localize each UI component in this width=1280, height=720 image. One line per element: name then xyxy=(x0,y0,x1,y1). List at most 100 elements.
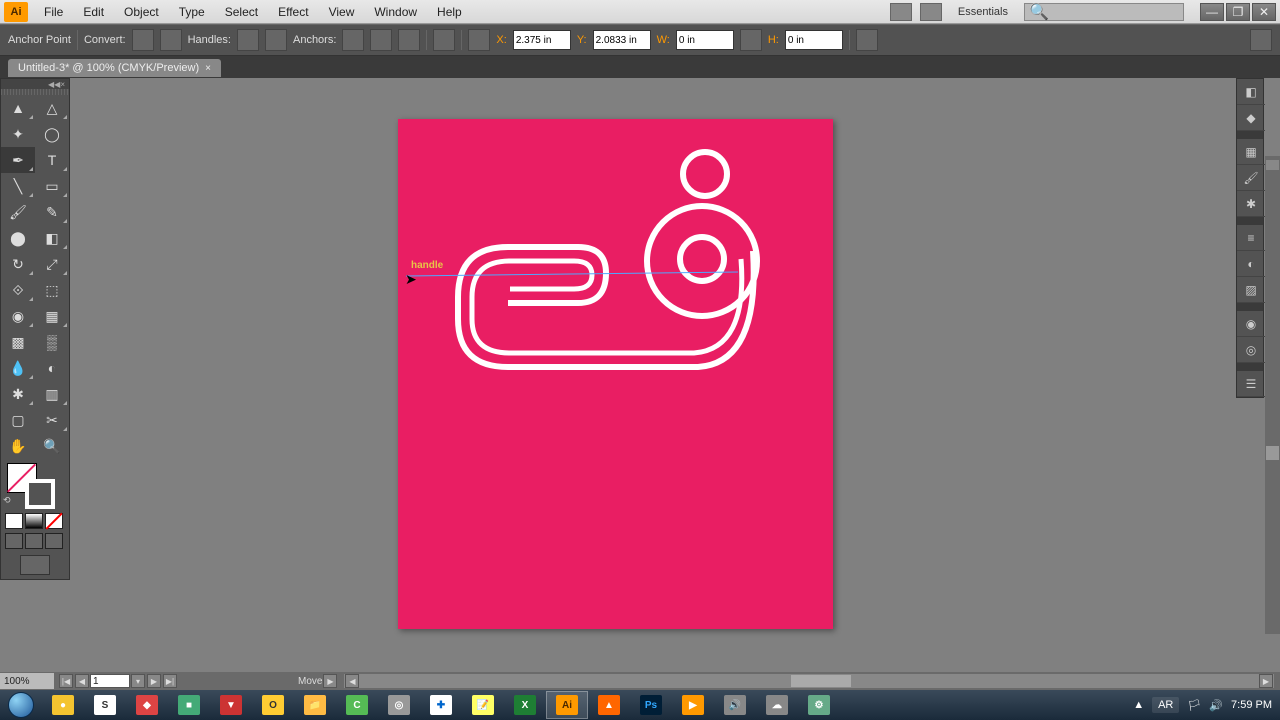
eyedropper-tool[interactable]: 💧 xyxy=(1,355,35,381)
close-panel-icon[interactable]: × xyxy=(60,80,65,89)
rotate-tool[interactable]: ↻ xyxy=(1,251,35,277)
fill-stroke-swatch[interactable]: ⟲ xyxy=(1,459,69,511)
swap-fill-stroke-icon[interactable]: ⟲ xyxy=(3,495,11,506)
scroll-arrow-up[interactable] xyxy=(1266,160,1279,170)
menu-type[interactable]: Type xyxy=(169,3,215,21)
menu-object[interactable]: Object xyxy=(114,3,169,21)
taskbar-illustrator[interactable]: Ai xyxy=(546,691,588,719)
search-box[interactable]: 🔍 xyxy=(1024,3,1184,21)
hscroll-thumb[interactable] xyxy=(791,675,851,687)
connect-anchor-icon[interactable] xyxy=(370,29,392,51)
y-input[interactable] xyxy=(593,30,651,50)
artboard-tool[interactable]: ▢ xyxy=(1,407,35,433)
line-tool[interactable]: ╲ xyxy=(1,173,35,199)
first-artboard-btn[interactable]: |◀ xyxy=(59,674,73,688)
collapse-icon[interactable]: ◀◀ xyxy=(48,80,60,89)
paintbrush-tool[interactable]: 🖌 xyxy=(1,199,35,225)
panel-layers-icon[interactable]: ☰ xyxy=(1237,371,1265,397)
taskbar-app-5[interactable]: ▼ xyxy=(210,691,252,719)
search-input[interactable] xyxy=(1049,6,1179,18)
w-input[interactable] xyxy=(676,30,734,50)
panel-color-icon[interactable]: ◧ xyxy=(1237,79,1265,105)
scale-tool[interactable]: ⤢ xyxy=(35,251,69,277)
free-transform-tool[interactable]: ⬚ xyxy=(35,277,69,303)
align-anchor-icon[interactable] xyxy=(433,29,455,51)
handles-hide-icon[interactable] xyxy=(265,29,287,51)
direct-selection-tool[interactable]: △ xyxy=(35,95,69,121)
taskbar-app-19[interactable]: ⚙ xyxy=(798,691,840,719)
hscroll-right[interactable]: ▶ xyxy=(1259,674,1273,688)
pencil-tool[interactable]: ✎ xyxy=(35,199,69,225)
artboard-dropdown[interactable]: ▾ xyxy=(131,674,145,688)
panel-stroke-icon[interactable]: ≡ xyxy=(1237,225,1265,251)
mesh-tool[interactable]: ▩ xyxy=(1,329,35,355)
last-artboard-btn[interactable]: ▶| xyxy=(163,674,177,688)
taskbar-vlc[interactable]: ▲ xyxy=(588,691,630,719)
color-mode-solid[interactable] xyxy=(5,513,23,529)
x-input[interactable] xyxy=(513,30,571,50)
draw-normal[interactable] xyxy=(5,533,23,549)
taskbar-app-2[interactable]: S xyxy=(84,691,126,719)
remove-anchor-icon[interactable] xyxy=(342,29,364,51)
volume-icon[interactable]: 🔊 xyxy=(1209,699,1223,712)
graph-tool[interactable]: ▥ xyxy=(35,381,69,407)
menu-window[interactable]: Window xyxy=(364,3,427,21)
draw-inside[interactable] xyxy=(45,533,63,549)
taskbar-app-9[interactable]: ◎ xyxy=(378,691,420,719)
workspace-switcher[interactable]: Essentials xyxy=(950,4,1016,20)
color-mode-none[interactable] xyxy=(45,513,63,529)
slice-tool[interactable]: ✂ xyxy=(35,407,69,433)
panel-swatches-icon[interactable]: ▦ xyxy=(1237,139,1265,165)
taskbar-app-18[interactable]: ☁ xyxy=(756,691,798,719)
rectangle-tool[interactable]: ▭ xyxy=(35,173,69,199)
taskbar-app-3[interactable]: ◆ xyxy=(126,691,168,719)
minimize-btn[interactable]: — xyxy=(1200,3,1224,21)
hand-tool[interactable]: ✋ xyxy=(1,433,35,459)
menu-select[interactable]: Select xyxy=(215,3,268,21)
handles-show-icon[interactable] xyxy=(237,29,259,51)
cut-anchor-icon[interactable] xyxy=(398,29,420,51)
blob-brush-tool[interactable]: ⬤ xyxy=(1,225,35,251)
scroll-thumb[interactable] xyxy=(1266,446,1279,460)
crop-icon[interactable] xyxy=(856,29,878,51)
bridge-btn[interactable] xyxy=(890,3,912,21)
gradient-tool[interactable]: ▒ xyxy=(35,329,69,355)
convert-smooth-icon[interactable] xyxy=(160,29,182,51)
panel-brushes-icon[interactable]: 🖌 xyxy=(1237,165,1265,191)
panel-colorguide-icon[interactable]: ◆ xyxy=(1237,105,1265,131)
screen-mode-btn[interactable] xyxy=(20,555,50,575)
prev-artboard-btn[interactable]: ◀ xyxy=(75,674,89,688)
taskbar-app-4[interactable]: ■ xyxy=(168,691,210,719)
perspective-tool[interactable]: ▦ xyxy=(35,303,69,329)
lasso-tool[interactable]: ◯ xyxy=(35,121,69,147)
panel-symbols-icon[interactable]: ✱ xyxy=(1237,191,1265,217)
arrange-docs-btn[interactable] xyxy=(920,3,942,21)
close-btn[interactable]: ✕ xyxy=(1252,3,1276,21)
zoom-dropdown[interactable]: 100% xyxy=(0,673,54,689)
horizontal-scrollbar[interactable]: ◀ ▶ xyxy=(344,674,1274,688)
taskbar-outlook[interactable]: O xyxy=(252,691,294,719)
artboard[interactable] xyxy=(398,119,833,629)
tray-flag-icon[interactable]: 🏳 xyxy=(1187,699,1201,712)
link-wh-icon[interactable] xyxy=(740,29,762,51)
blend-tool[interactable]: ◐ xyxy=(35,355,69,381)
menu-help[interactable]: Help xyxy=(427,3,472,21)
hscroll-left[interactable]: ◀ xyxy=(345,674,359,688)
status-menu-btn[interactable]: ▶ xyxy=(323,674,337,688)
taskbar-app-17[interactable]: 🔊 xyxy=(714,691,756,719)
stroke-swatch[interactable] xyxy=(25,479,55,509)
language-indicator[interactable]: AR xyxy=(1152,697,1179,713)
document-tab[interactable]: Untitled-3* @ 100% (CMYK/Preview) × xyxy=(8,59,221,77)
panel-toggle-icon[interactable] xyxy=(1250,29,1272,51)
panel-appearance-icon[interactable]: ◉ xyxy=(1237,311,1265,337)
eraser-tool[interactable]: ◧ xyxy=(35,225,69,251)
menu-file[interactable]: File xyxy=(34,3,73,21)
taskbar-app-10[interactable]: ✚ xyxy=(420,691,462,719)
shape-builder-tool[interactable]: ◉ xyxy=(1,303,35,329)
panel-gradient-icon[interactable]: ◐ xyxy=(1237,251,1265,277)
taskbar-app-1[interactable]: ● xyxy=(42,691,84,719)
width-tool[interactable]: ⟐ xyxy=(1,277,35,303)
taskbar-photoshop[interactable]: Ps xyxy=(630,691,672,719)
selection-tool[interactable]: ▲ xyxy=(1,95,35,121)
taskbar-app-16[interactable]: ▶ xyxy=(672,691,714,719)
